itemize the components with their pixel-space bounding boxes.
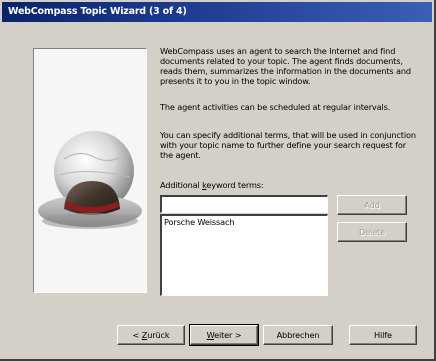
delete-keyword-button[interactable]: Delete [337,222,407,242]
keyword-terms-label: Additional keyword terms: [160,180,264,190]
back-button[interactable]: < Zurück [117,325,185,345]
title-bar[interactable]: WebCompass Topic Wizard (3 of 4) [2,2,432,22]
add-keyword-button[interactable]: Add [337,195,407,215]
keyword-label-suffix: eyword terms: [206,180,264,190]
description-paragraph-1: WebCompass uses an agent to search the I… [160,46,411,86]
back-label-prefix: < [132,330,142,340]
window-title: WebCompass Topic Wizard (3 of 4) [8,6,187,17]
keyword-list[interactable]: Porsche Weissach [160,214,328,296]
keyword-label-prefix: Additional [160,180,203,190]
description-paragraph-2: The agent activities can be scheduled at… [160,102,391,112]
back-label-suffix: urück [147,330,170,340]
cancel-button[interactable]: Abbrechen [263,325,333,345]
keyword-input[interactable] [160,195,328,213]
keyword-list-item[interactable]: Porsche Weissach [164,217,325,227]
help-button[interactable]: Hilfe [349,325,417,345]
next-button[interactable]: Weiter > [189,324,259,346]
globe-with-hat-icon [38,131,142,229]
wizard-window: WebCompass Topic Wizard (3 of 4) WebComp… [0,0,436,361]
description-paragraph-3: You can specify additional terms, that w… [160,130,416,160]
wizard-illustration [33,48,147,293]
next-label-suffix: eiter > [214,330,242,340]
next-label-accelerator: W [206,330,215,340]
